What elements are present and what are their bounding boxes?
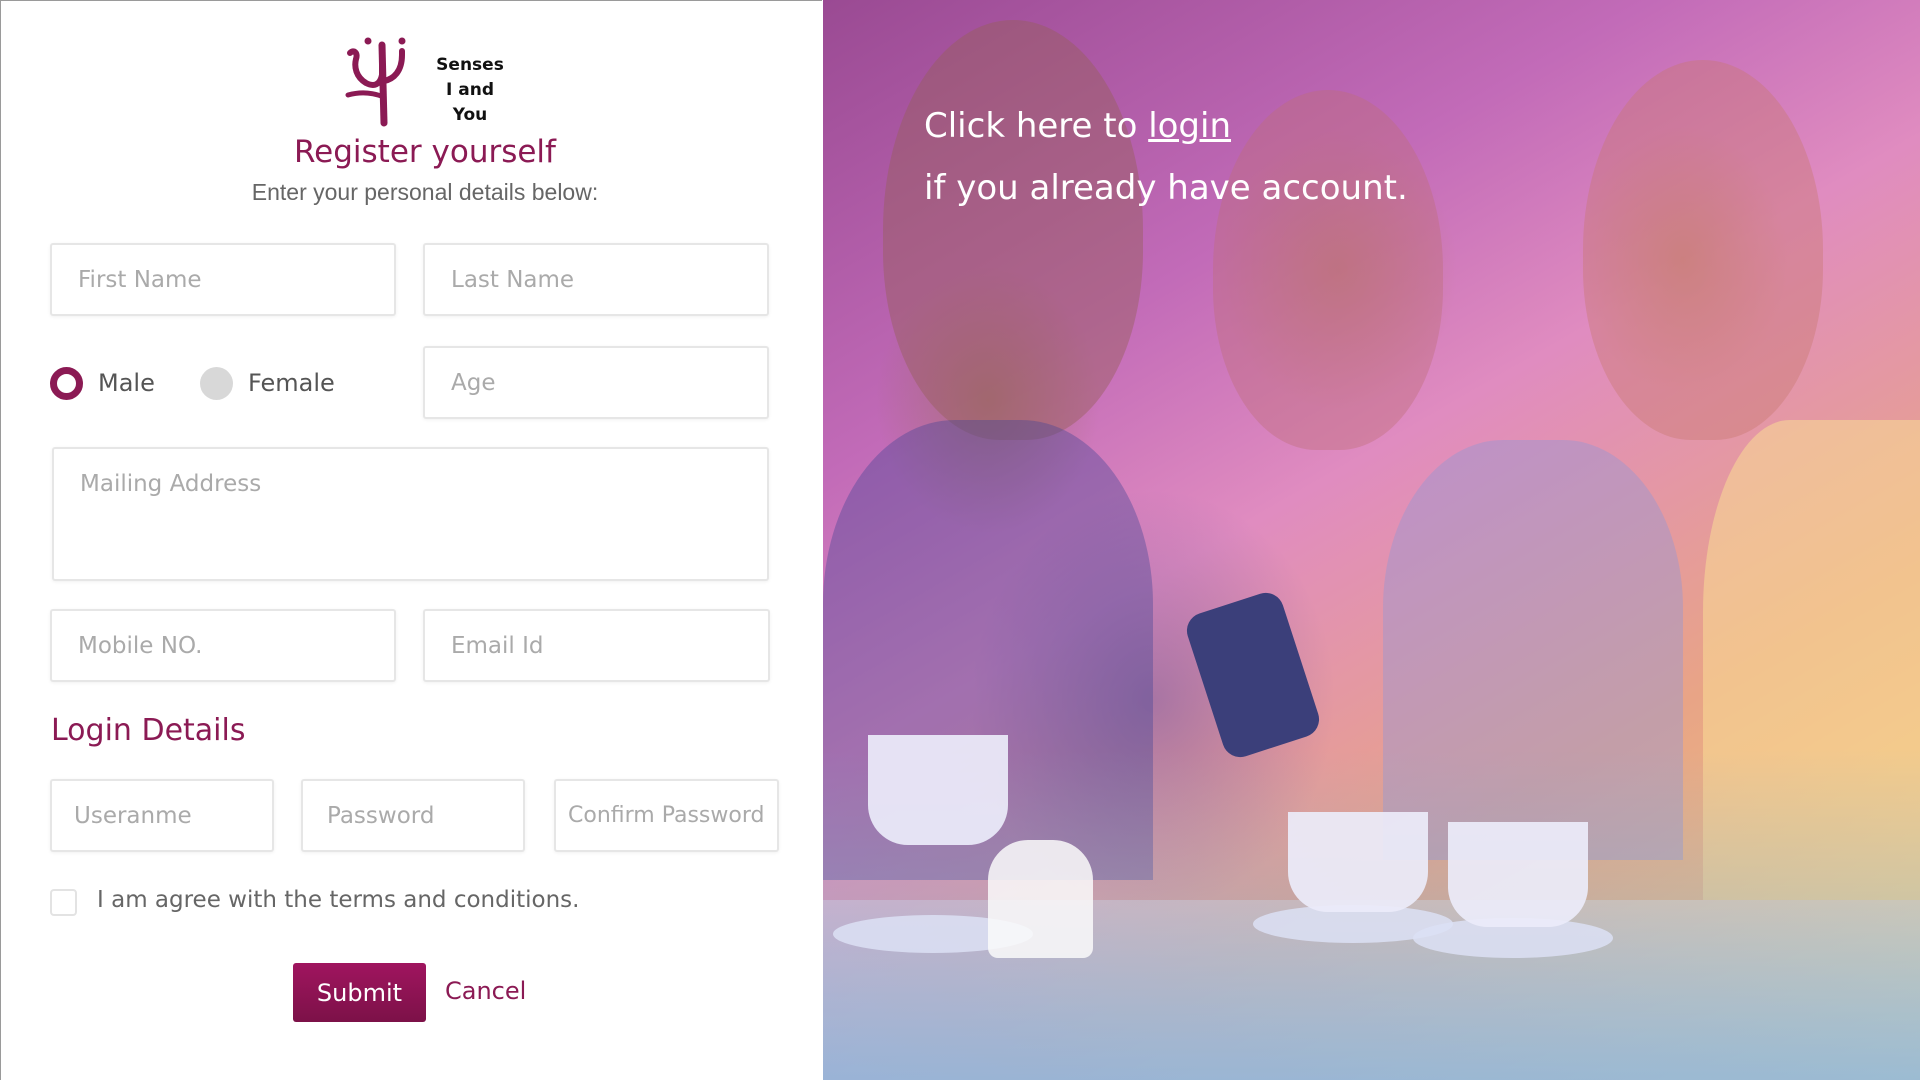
brand-name: Senses I and You [426,53,514,128]
first-name-input[interactable]: First Name [50,243,396,316]
login-link[interactable]: login [1148,106,1231,146]
page-title: Register yourself [294,134,556,170]
password-placeholder: Password [327,802,435,829]
terms-checkbox[interactable] [50,889,77,916]
mailing-address-placeholder: Mailing Address [80,471,262,497]
hero-cup-1 [868,735,1008,845]
mobile-placeholder: Mobile NO. [78,632,203,659]
last-name-placeholder: Last Name [451,266,575,293]
first-name-placeholder: First Name [78,266,202,293]
cancel-link[interactable]: Cancel [445,977,526,1005]
brand-logo: Senses I and You [344,35,514,127]
age-input[interactable]: Age [423,346,769,419]
gender-female-radio[interactable] [200,367,233,400]
brand-name-line1: Senses [436,55,504,75]
terms-label: I am agree with the terms and conditions… [97,887,580,913]
email-placeholder: Email Id [451,632,544,659]
username-input[interactable]: Useranme [50,779,274,852]
gender-male-radio[interactable] [50,367,83,400]
hero-person-right [1583,60,1823,440]
psi-icon [345,37,406,127]
submit-button[interactable]: Submit [293,963,426,1022]
login-prompt-line1: Click here to login [924,95,1408,157]
gender-male-label: Male [98,369,155,397]
username-placeholder: Useranme [74,802,192,829]
hero-muffin [988,840,1093,958]
registration-panel: Senses I and You Register yourself Enter… [0,0,822,1080]
login-details-heading: Login Details [51,713,246,748]
hero-phone [1182,588,1324,762]
login-prompt-line2: if you already have account. [924,168,1408,208]
last-name-input[interactable]: Last Name [423,243,769,316]
hero-image: Click here to login if you already have … [823,0,1920,1080]
login-prompt: Click here to login if you already have … [924,95,1408,219]
hero-cup-3 [1448,822,1588,927]
confirm-password-input[interactable]: Confirm Password [554,779,779,852]
hero-cup-2 [1288,812,1428,912]
brand-name-line2: I and You [446,80,494,125]
login-prompt-prefix: Click here to [924,106,1149,146]
gender-female-label: Female [248,369,335,397]
mobile-input[interactable]: Mobile NO. [50,609,396,682]
mailing-address-textarea[interactable]: Mailing Address [52,447,769,581]
hero-person-left [883,20,1143,440]
password-input[interactable]: Password [301,779,525,852]
age-placeholder: Age [451,369,496,396]
page-subtitle: Enter your personal details below: [251,179,599,205]
confirm-password-placeholder: Confirm Password [568,803,765,828]
email-input[interactable]: Email Id [423,609,770,682]
